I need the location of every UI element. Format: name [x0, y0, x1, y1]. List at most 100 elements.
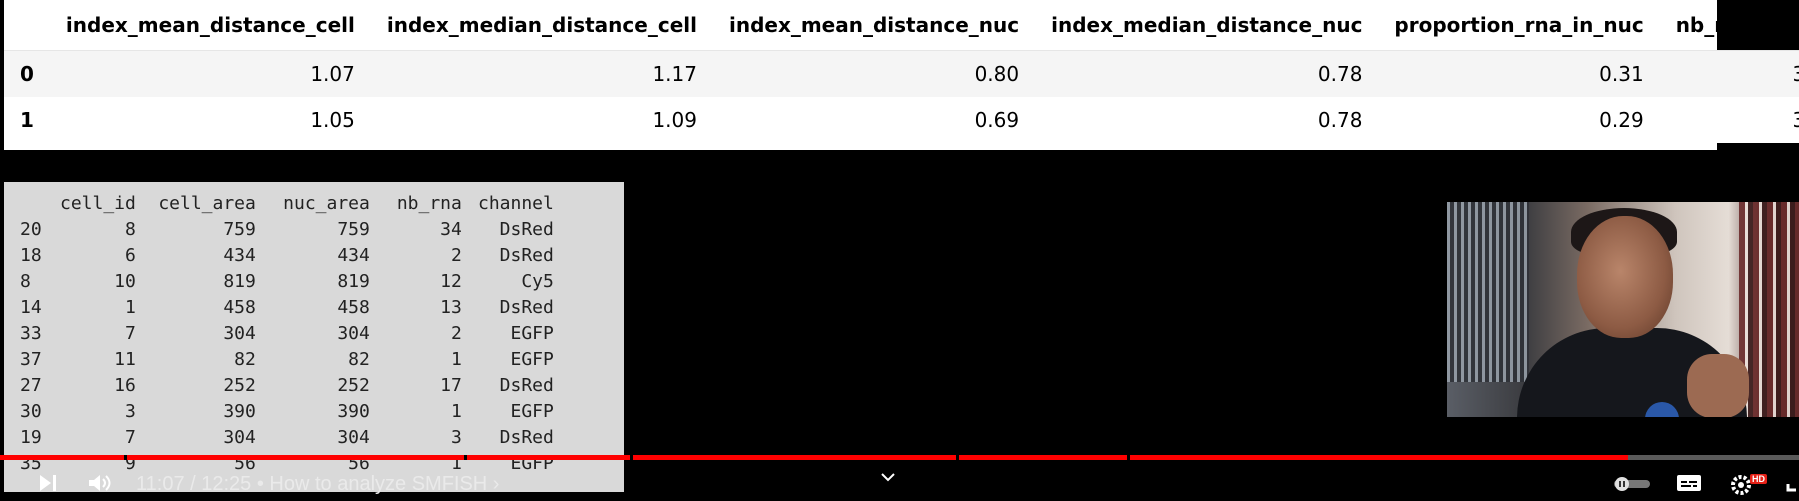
column-header: index_median_distance_cell: [370, 0, 713, 51]
table-cell: 434: [223, 244, 256, 266]
volume-icon[interactable]: [88, 474, 114, 497]
row-index: 18: [20, 244, 42, 266]
table-row: 20 8 759 759 34 DsRed: [20, 216, 554, 242]
table-cell: 304: [337, 426, 370, 448]
dataframe-text-output: cell_id cell_area nuc_area nb_rna channe…: [4, 182, 624, 492]
table-cell: 12: [440, 270, 462, 292]
table-cell: 0.29: [1599, 108, 1644, 132]
column-header: nb_rna_out_nuc: [1659, 0, 1799, 51]
column-header: channel: [478, 192, 554, 214]
table-row: 14 1 458 458 13 DsRed: [20, 294, 554, 320]
table-cell: 7: [125, 322, 136, 344]
table-row: 27 16 252 252 17 DsRed: [20, 372, 554, 398]
table-cell: DsRed: [499, 374, 554, 396]
table-cell: 16: [114, 374, 136, 396]
index-header: [20, 190, 60, 216]
table-cell: 2: [451, 322, 462, 344]
table-cell: 8: [125, 218, 136, 240]
webcam-overlay: [1447, 202, 1799, 417]
table-cell: 458: [337, 296, 370, 318]
column-header: index_mean_distance_nuc: [712, 0, 1036, 51]
column-header: index_mean_distance_cell: [49, 0, 371, 51]
table-cell: 458: [223, 296, 256, 318]
player-controls: 11:07 / 12:25 • How to analyze SMFISH › …: [0, 460, 1799, 495]
table-cell: 434: [337, 244, 370, 266]
table-cell: 383.0: [1792, 62, 1799, 86]
table-cell: 0.69: [974, 108, 1020, 132]
column-header: proportion_rna_in_nuc: [1378, 0, 1660, 51]
table-row: 33 7 304 304 2 EGFP: [20, 320, 554, 346]
table-cell: 34: [440, 218, 462, 240]
table-row: 19 7 304 304 3 DsRed: [20, 424, 554, 450]
table-cell: 390: [223, 400, 256, 422]
table-cell: 2: [451, 244, 462, 266]
row-index: 33: [20, 322, 42, 344]
table-cell: 252: [223, 374, 256, 396]
table-cell: 3: [125, 400, 136, 422]
table-cell: 3: [451, 426, 462, 448]
table-cell: 1.05: [310, 108, 355, 132]
table-row: 37 11 82 82 1 EGFP: [20, 346, 554, 372]
hd-badge: HD: [1750, 474, 1767, 484]
table-row: 30 3 390 390 1 EGFP: [20, 398, 554, 424]
presenter-head: [1577, 216, 1673, 338]
row-index: 27: [20, 374, 42, 396]
subtitles-icon[interactable]: [1676, 474, 1702, 497]
table-cell: 82: [234, 348, 256, 370]
table-cell: 1.17: [652, 62, 697, 86]
table-cell: 0.31: [1599, 62, 1644, 86]
table-cell: DsRed: [499, 426, 554, 448]
table-cell: Cy5: [521, 270, 554, 292]
table-cell: 11: [114, 348, 136, 370]
table-header-row: index_mean_distance_cell index_median_di…: [4, 0, 1799, 51]
time-and-title[interactable]: 11:07 / 12:25 • How to analyze SMFISH ›: [136, 473, 499, 496]
table-cell: 0.78: [1317, 108, 1363, 132]
table-cell: DsRed: [499, 244, 554, 266]
table-cell: 0.78: [1317, 62, 1363, 86]
table-cell: 82: [348, 348, 370, 370]
table-row: 8 10 819 819 12 Cy5: [20, 268, 554, 294]
table-cell: 304: [223, 322, 256, 344]
row-index: 0: [20, 62, 34, 86]
table-cell: EGFP: [510, 348, 554, 370]
table-cell: 10: [114, 270, 136, 292]
fullscreen-icon[interactable]: [1786, 474, 1799, 497]
table-row: 1 1.05 1.09 0.69 0.78 0.29 377.0: [4, 97, 1799, 143]
table-row: 18 6 434 434 2 DsRed: [20, 242, 554, 268]
autoplay-toggle-icon[interactable]: [1612, 476, 1652, 497]
row-index: 37: [20, 348, 42, 370]
table-cell: 819: [223, 270, 256, 292]
table-cell: 13: [440, 296, 462, 318]
table-cell: 304: [337, 322, 370, 344]
table-cell: 7: [125, 426, 136, 448]
column-header: cell_area: [158, 192, 256, 214]
column-header: index_median_distance_nuc: [1035, 0, 1379, 51]
table-cell: 819: [337, 270, 370, 292]
table-cell: 759: [223, 218, 256, 240]
row-index: 8: [20, 270, 31, 292]
table-cell: 390: [337, 400, 370, 422]
row-index: 1: [20, 108, 34, 132]
row-index: 30: [20, 400, 42, 422]
table-header-row: cell_id cell_area nuc_area nb_rna channe…: [20, 190, 554, 216]
index-header: [4, 0, 50, 51]
chevron-down-icon[interactable]: [880, 466, 896, 487]
table-cell: EGFP: [510, 322, 554, 344]
row-index: 14: [20, 296, 42, 318]
table-cell: EGFP: [510, 400, 554, 422]
column-header: nuc_area: [283, 192, 370, 214]
table-cell: 252: [337, 374, 370, 396]
window-blinds: [1447, 202, 1529, 382]
table-cell: 304: [223, 426, 256, 448]
table-cell: DsRed: [499, 218, 554, 240]
table-cell: DsRed: [499, 296, 554, 318]
next-icon[interactable]: [38, 474, 58, 497]
column-header: nb_rna: [396, 192, 462, 214]
table-cell: 17: [440, 374, 462, 396]
table-cell: 759: [337, 218, 370, 240]
settings-icon[interactable]: [1730, 474, 1752, 501]
presenter-hand: [1687, 354, 1749, 417]
table-cell: 377.0: [1792, 108, 1799, 132]
row-index: 20: [20, 218, 42, 240]
table-cell: 0.80: [974, 62, 1020, 86]
